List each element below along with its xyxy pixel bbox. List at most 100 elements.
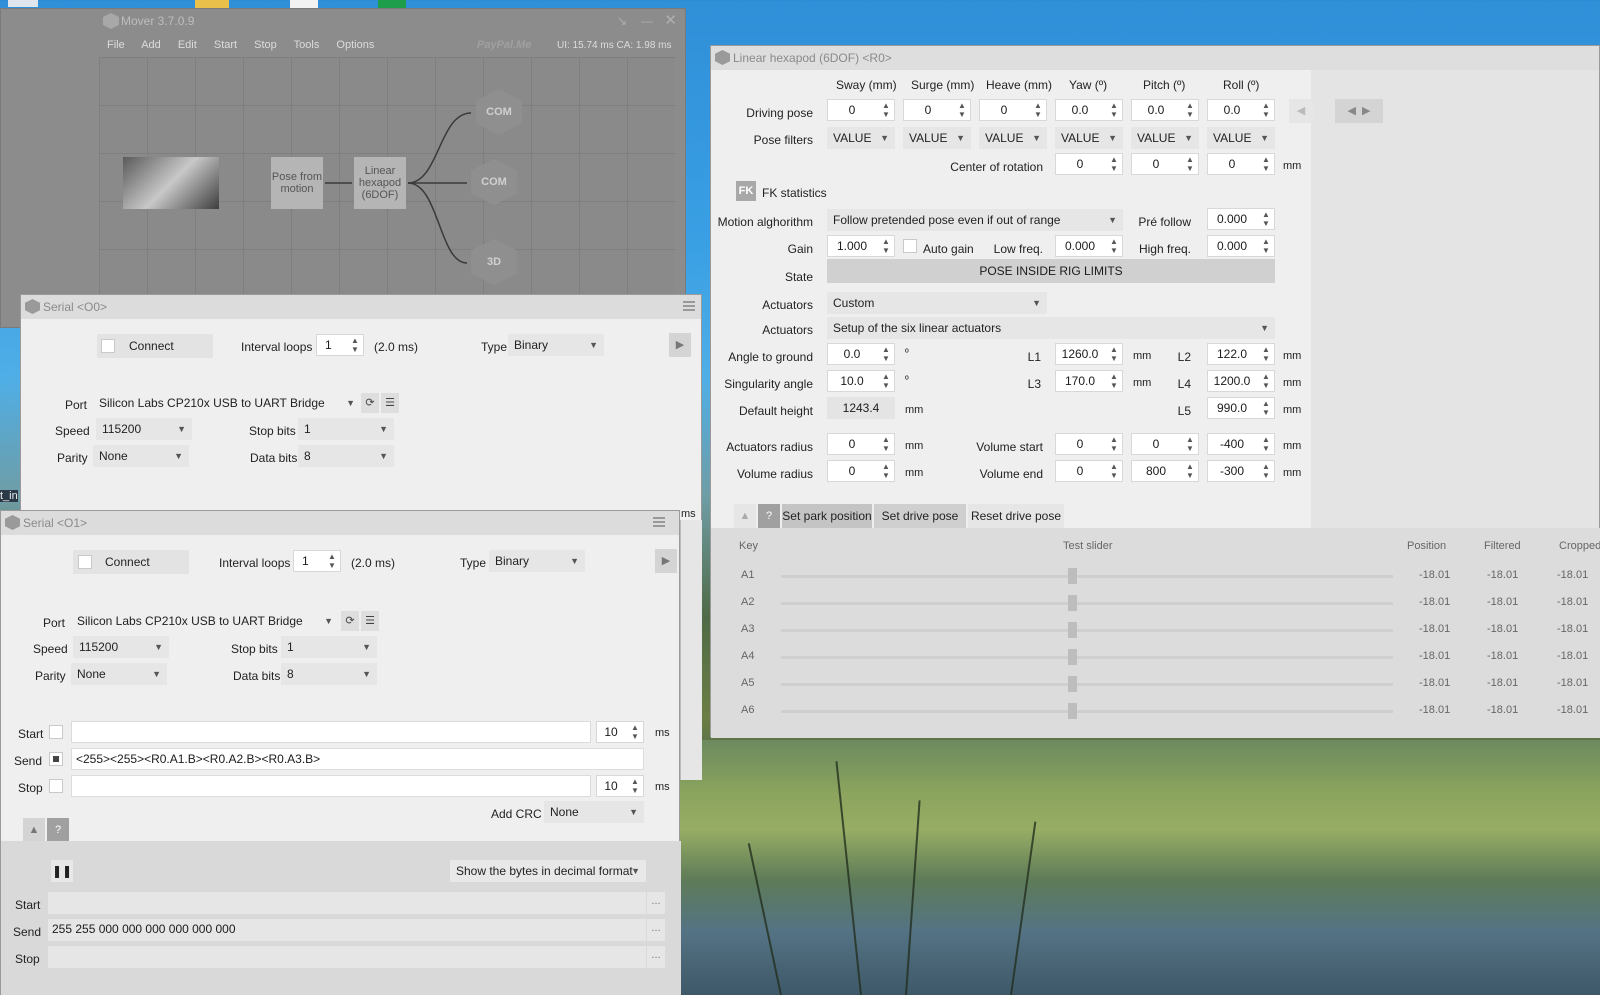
play-button[interactable]: ▶ (655, 549, 677, 573)
out-stop-more-button[interactable]: ... (647, 946, 665, 968)
spinner-arrows-icon[interactable]: ▲ ▼ (880, 462, 892, 480)
data-bits-select[interactable]: 8 ▼ (281, 663, 377, 685)
minimize-icon[interactable]: — (641, 9, 653, 33)
stop-input[interactable] (71, 775, 591, 797)
test-slider-thumb[interactable] (1068, 703, 1077, 719)
test-slider-track[interactable] (781, 575, 1393, 578)
motion-algorithm-select[interactable]: Follow pretended pose even if out of ran… (827, 209, 1123, 231)
spinner-arrows-icon[interactable]: ▲ ▼ (1260, 237, 1272, 255)
filter-heave-select[interactable]: VALUE ▼ (979, 127, 1047, 149)
l4-spinner[interactable]: 1200.0 ▲ ▼ (1207, 370, 1275, 392)
test-slider-track[interactable] (781, 710, 1393, 713)
refresh-button[interactable]: ⟳ (341, 611, 359, 631)
volume-end-x-spinner[interactable]: 0 ▲ ▼ (1055, 460, 1123, 482)
spinner-arrows-icon[interactable]: ▲ ▼ (1260, 210, 1272, 228)
test-slider-thumb[interactable] (1068, 649, 1077, 665)
menu-edit[interactable]: Edit (178, 39, 197, 51)
menu-options[interactable]: Options (336, 39, 374, 51)
pre-follow-spinner[interactable]: 0.000 ▲ ▼ (1207, 208, 1275, 230)
angle-ground-spinner[interactable]: 0.0 ▲ ▼ (827, 343, 895, 365)
spinner-arrows-icon[interactable]: ▲ ▼ (1260, 462, 1272, 480)
cor-y-spinner[interactable]: 0 ▲ ▼ (1131, 153, 1199, 175)
actuators-setup-select[interactable]: Setup of the six linear actuators ▼ (827, 317, 1275, 339)
menu-start[interactable]: Start (214, 39, 237, 51)
stop-bits-select[interactable]: 1 ▼ (281, 636, 377, 658)
low-freq-spinner[interactable]: 0.000 ▲ ▼ (1055, 235, 1123, 257)
serial-o1-titlebar[interactable]: Serial <O1> (1, 511, 679, 535)
spinner-arrows-icon[interactable]: ▲ ▼ (956, 101, 968, 119)
help-button[interactable]: ? (758, 504, 780, 528)
high-freq-spinner[interactable]: 0.000 ▲ ▼ (1207, 235, 1275, 257)
collapse-button[interactable]: ▲ (23, 818, 45, 842)
filter-sway-select[interactable]: VALUE ▼ (827, 127, 895, 149)
actuators-radius-spinner[interactable]: 0 ▲ ▼ (827, 433, 895, 455)
test-slider-thumb[interactable] (1068, 595, 1077, 611)
type-select[interactable]: Binary ▼ (508, 334, 604, 356)
crc-select[interactable]: None ▼ (544, 801, 644, 823)
connect-checkbox[interactable] (101, 339, 115, 353)
l2-spinner[interactable]: 122.0 ▲ ▼ (1207, 343, 1275, 365)
singularity-spinner[interactable]: 10.0 ▲ ▼ (827, 370, 895, 392)
connect-checkbox[interactable] (78, 555, 92, 569)
spinner-arrows-icon[interactable]: ▲ ▼ (1260, 372, 1272, 390)
serial-o0-titlebar[interactable]: Serial <O0> (21, 295, 701, 319)
spinner-arrows-icon[interactable]: ▲ ▼ (1108, 101, 1120, 119)
cor-z-spinner[interactable]: 0 ▲ ▼ (1207, 153, 1275, 175)
spinner-arrows-icon[interactable]: ▲ ▼ (880, 345, 892, 363)
driving-yaw-spinner[interactable]: 0.0 ▲ ▼ (1055, 99, 1123, 121)
spinner-arrows-icon[interactable]: ▲ ▼ (880, 101, 892, 119)
menu-tools[interactable]: Tools (294, 39, 320, 51)
set-park-position-button[interactable]: Set park position (782, 504, 872, 528)
out-start-more-button[interactable]: ... (647, 892, 665, 914)
menu-add[interactable]: Add (141, 39, 161, 51)
pause-button[interactable]: ❚❚ (51, 860, 73, 882)
l3-spinner[interactable]: 170.0 ▲ ▼ (1055, 370, 1123, 392)
out-send-more-button[interactable]: ... (647, 919, 665, 941)
help-button[interactable]: ? (47, 818, 69, 842)
list-button[interactable]: ☰ (381, 393, 399, 413)
spinner-arrows-icon[interactable]: ▲ ▼ (1260, 399, 1272, 417)
send-input[interactable]: <255><255><R0.A1.B><R0.A2.B><R0.A3.B> (71, 748, 644, 770)
spinner-arrows-icon[interactable]: ▲ ▼ (349, 336, 361, 354)
port-select[interactable]: Silicon Labs CP210x USB to UART Bridge (… (71, 610, 339, 650)
refresh-button[interactable]: ⟳ (361, 393, 379, 413)
test-slider-track[interactable] (781, 629, 1393, 632)
cor-x-spinner[interactable]: 0 ▲ ▼ (1055, 153, 1123, 175)
stop-checkbox[interactable] (49, 779, 63, 793)
start-ms-spinner[interactable]: 10 ▲ ▼ (596, 721, 644, 743)
format-select[interactable]: Show the bytes in decimal format ▼ (450, 860, 646, 882)
volume-end-z-spinner[interactable]: -300 ▲ ▼ (1207, 460, 1275, 482)
port-select[interactable]: Silicon Labs CP210x USB to UART Bridge (… (93, 392, 361, 432)
spinner-arrows-icon[interactable]: ▲ ▼ (1260, 345, 1272, 363)
spinner-arrows-icon[interactable]: ▲ ▼ (629, 777, 641, 795)
desktop-icon[interactable] (195, 0, 229, 8)
spinner-arrows-icon[interactable]: ▲ ▼ (1260, 155, 1272, 173)
spinner-arrows-icon[interactable]: ▲ ▼ (1108, 155, 1120, 173)
filter-yaw-select[interactable]: VALUE ▼ (1055, 127, 1123, 149)
node-canvas[interactable]: Pose from motion Linear hexapod (6DOF) C… (99, 57, 675, 329)
volume-radius-spinner[interactable]: 0 ▲ ▼ (827, 460, 895, 482)
spinner-arrows-icon[interactable]: ▲ ▼ (1108, 462, 1120, 480)
spinner-arrows-icon[interactable]: ▲ ▼ (880, 435, 892, 453)
parity-select[interactable]: None ▼ (71, 663, 167, 685)
collapse-button[interactable]: ▲ (734, 504, 756, 528)
desktop-icon[interactable] (8, 0, 38, 7)
stop-ms-spinner[interactable]: 10 ▲ ▼ (596, 775, 644, 797)
test-slider-track[interactable] (781, 683, 1393, 686)
test-slider-thumb[interactable] (1068, 568, 1077, 584)
driving-sway-spinner[interactable]: 0 ▲ ▼ (827, 99, 895, 121)
menu-stop[interactable]: Stop (254, 39, 277, 51)
speed-select[interactable]: 115200 ▼ (73, 636, 169, 658)
paypal-link[interactable]: PayPal.Me (477, 39, 531, 51)
play-button[interactable]: ▶ (669, 333, 691, 357)
window-menu-icon[interactable] (683, 301, 695, 311)
desktop-icon[interactable] (290, 0, 318, 8)
driving-heave-spinner[interactable]: 0 ▲ ▼ (979, 99, 1047, 121)
spinner-arrows-icon[interactable]: ▲ ▼ (1184, 155, 1196, 173)
start-input[interactable] (71, 721, 591, 743)
driving-surge-spinner[interactable]: 0 ▲ ▼ (903, 99, 971, 121)
menu-file[interactable]: File (107, 39, 125, 51)
spinner-arrows-icon[interactable]: ▲ ▼ (1184, 435, 1196, 453)
driving-pitch-spinner[interactable]: 0.0 ▲ ▼ (1131, 99, 1199, 121)
start-checkbox[interactable] (49, 725, 63, 739)
